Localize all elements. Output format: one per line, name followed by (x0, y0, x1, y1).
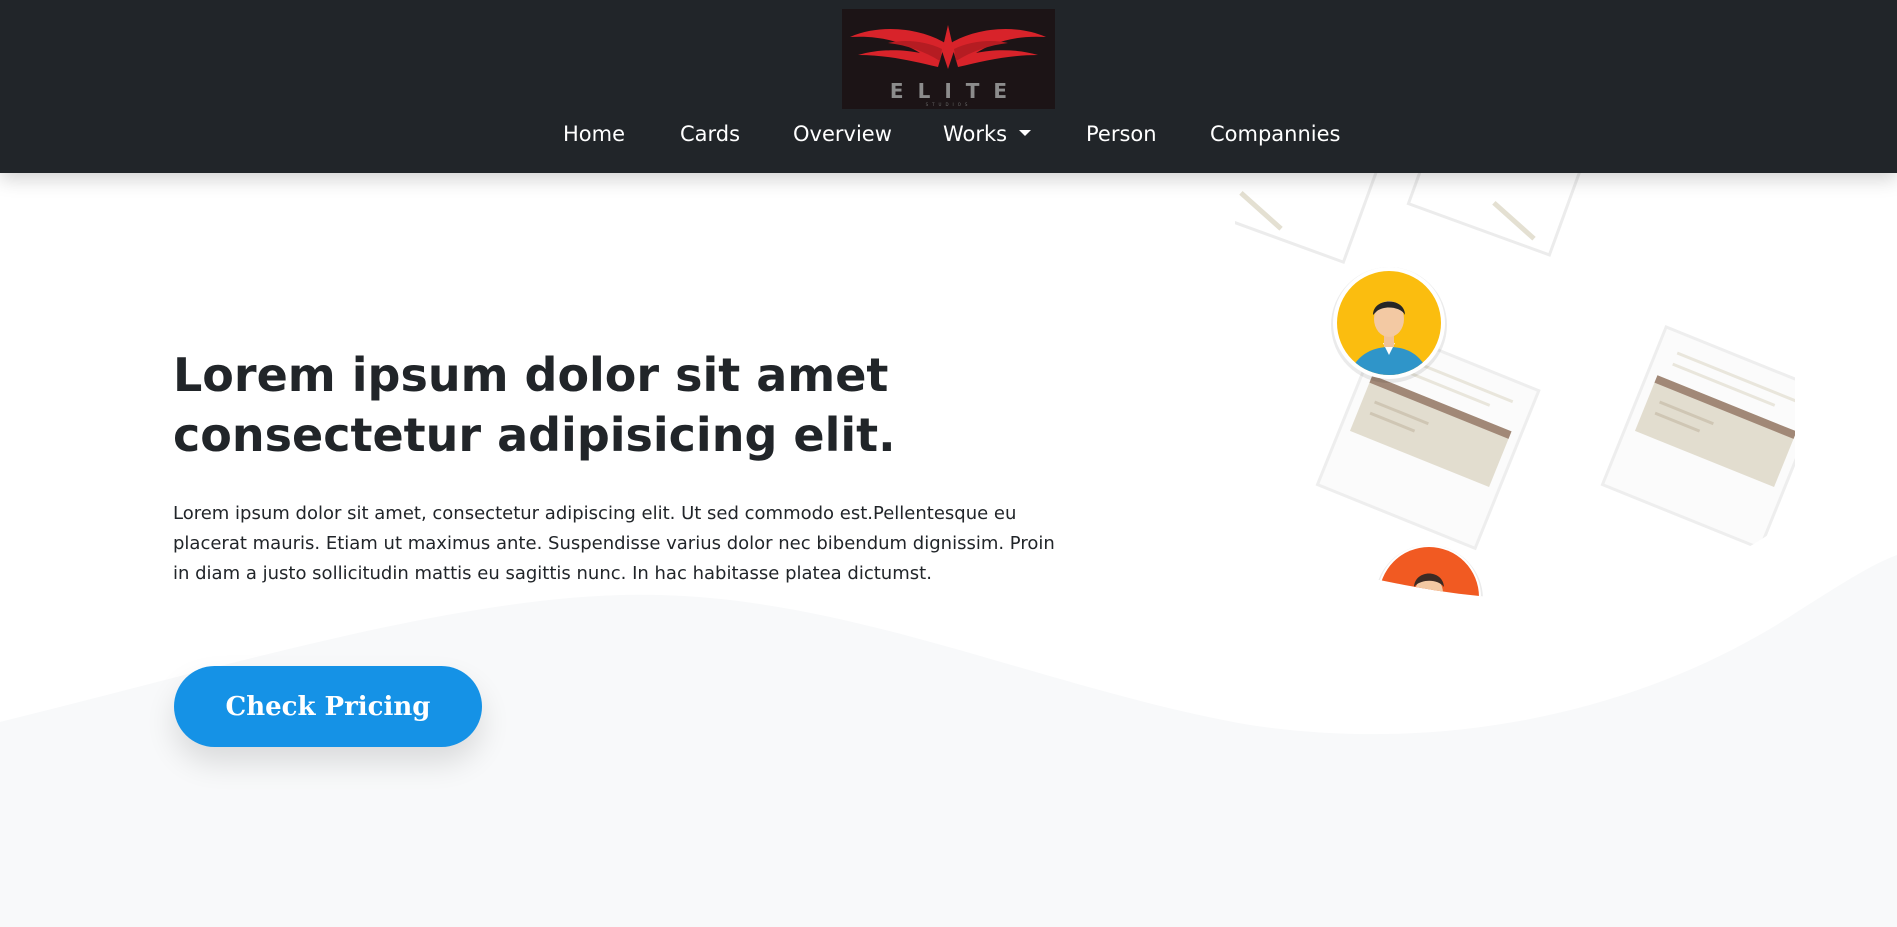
nav-item-label: Compannies (1210, 122, 1341, 146)
top-navbar: ELITE STUDIOS Home Cards Overview Works … (0, 0, 1897, 173)
hero-illustration (1235, 173, 1795, 733)
nav-links: Home Cards Overview Works Person Compann… (0, 122, 1897, 152)
brand-logo[interactable]: ELITE STUDIOS (842, 9, 1055, 109)
check-pricing-button[interactable]: Check Pricing (174, 666, 482, 747)
nav-item-person[interactable]: Person (1086, 122, 1157, 146)
nav-item-home[interactable]: Home (563, 122, 625, 146)
hero-description: Lorem ipsum dolor sit amet, consectetur … (173, 503, 1055, 584)
document-card (1469, 658, 1644, 733)
nav-item-label: Overview (793, 122, 892, 146)
nav-item-compannies[interactable]: Compannies (1210, 122, 1340, 146)
person-avatar-icon (1375, 545, 1483, 599)
hero-title: Lorem ipsum dolor sit amet consectetur a… (173, 348, 896, 462)
document-card (1235, 173, 1394, 265)
nav-item-label: Home (563, 122, 626, 146)
caret-down-icon (1019, 130, 1032, 136)
nav-item-label: Person (1086, 122, 1157, 146)
logo-subtext: STUDIOS (925, 102, 972, 107)
logo-text: ELITE (889, 79, 1022, 103)
document-card (1406, 173, 1603, 257)
nav-item-overview[interactable]: Overview (793, 122, 892, 146)
nav-item-label: Cards (680, 122, 741, 146)
wings-logo-icon (850, 25, 1046, 69)
person-avatar-icon (1331, 267, 1447, 383)
nav-item-cards[interactable]: Cards (680, 122, 740, 146)
document-card (1600, 325, 1795, 551)
nav-item-label: Works (943, 122, 1008, 146)
document-card (1235, 670, 1384, 733)
nav-item-works-dropdown[interactable]: Works (943, 122, 1032, 146)
